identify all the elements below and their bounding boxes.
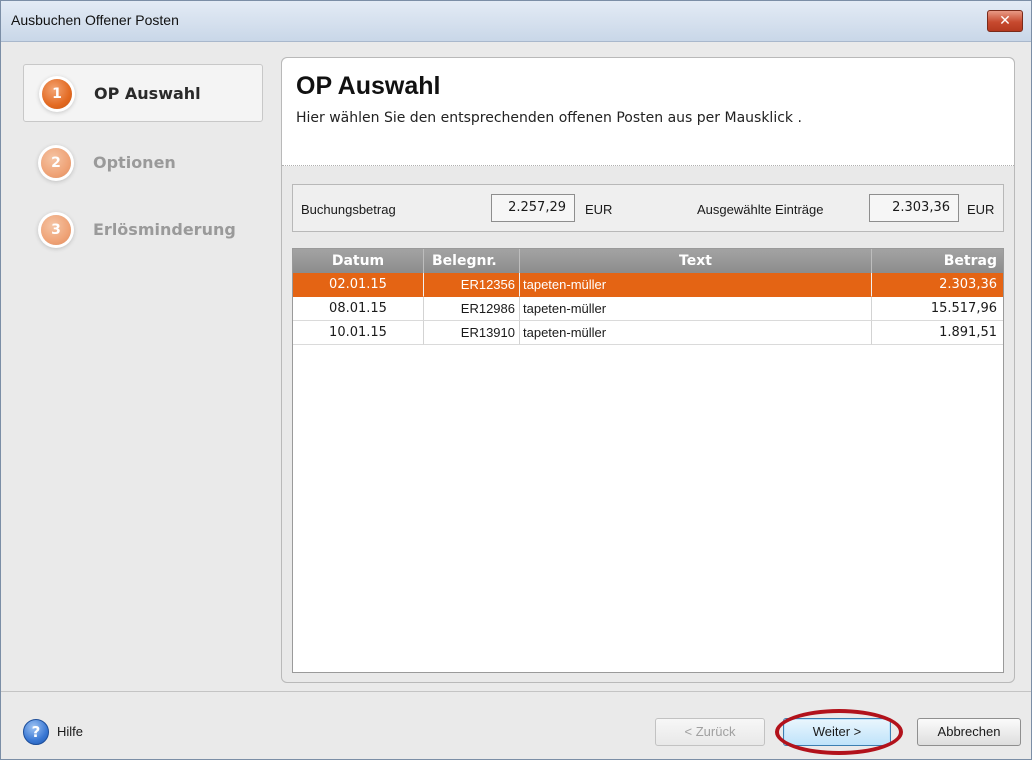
buchungsbetrag-field: 2.257,29 xyxy=(491,194,575,222)
cell-datum: 08.01.15 xyxy=(293,297,424,321)
buchungsbetrag-unit: EUR xyxy=(585,202,613,217)
step-3-icon: 3 xyxy=(41,215,71,245)
cell-datum: 02.01.15 xyxy=(293,273,424,297)
column-header-text[interactable]: Text xyxy=(520,249,872,273)
column-header-betrag[interactable]: Betrag xyxy=(872,249,1003,273)
op-table[interactable]: Datum Belegnr. Text Betrag 02.01.15 ER12… xyxy=(292,248,1004,673)
content-panel: OP Auswahl Hier wählen Sie den entsprech… xyxy=(281,57,1015,683)
help-icon[interactable]: ? xyxy=(23,719,49,745)
title-bar: Ausbuchen Offener Posten ✕ xyxy=(1,1,1031,42)
column-header-datum[interactable]: Datum xyxy=(293,249,424,273)
step-erloesminderung[interactable]: 3 Erlösminderung xyxy=(23,201,263,259)
panel-header: OP Auswahl Hier wählen Sie den entsprech… xyxy=(282,58,1014,166)
cell-text: tapeten-müller xyxy=(520,297,872,321)
cell-datum: 10.01.15 xyxy=(293,321,424,345)
step-op-auswahl[interactable]: 1 OP Auswahl xyxy=(23,64,263,122)
step-label: Erlösminderung xyxy=(93,220,236,239)
cell-betrag: 15.517,96 xyxy=(872,297,1003,321)
ausgewaehlt-field: 2.303,36 xyxy=(869,194,959,222)
cell-betrag: 1.891,51 xyxy=(872,321,1003,345)
buchungsbetrag-label: Buchungsbetrag xyxy=(301,202,396,217)
page-subtitle: Hier wählen Sie den entsprechenden offen… xyxy=(296,110,802,126)
next-button[interactable]: Weiter > xyxy=(783,718,891,746)
close-button[interactable]: ✕ xyxy=(987,10,1023,32)
table-header: Datum Belegnr. Text Betrag xyxy=(293,249,1003,273)
table-row[interactable]: 02.01.15 ER12356 tapeten-müller 2.303,36 xyxy=(293,273,1003,297)
page-title: OP Auswahl xyxy=(296,72,441,100)
table-row[interactable]: 10.01.15 ER13910 tapeten-müller 1.891,51 xyxy=(293,321,1003,345)
summary-bar: Buchungsbetrag 2.257,29 EUR Ausgewählte … xyxy=(292,184,1004,232)
footer-divider xyxy=(1,691,1031,692)
cancel-button[interactable]: Abbrechen xyxy=(917,718,1021,746)
cell-belegnr: ER13910 xyxy=(424,321,520,345)
ausgewaehlt-label: Ausgewählte Einträge xyxy=(697,202,824,217)
table-row[interactable]: 08.01.15 ER12986 tapeten-müller 15.517,9… xyxy=(293,297,1003,321)
step-1-icon: 1 xyxy=(42,79,72,109)
back-button[interactable]: < Zurück xyxy=(655,718,765,746)
cell-betrag: 2.303,36 xyxy=(872,273,1003,297)
step-2-icon: 2 xyxy=(41,148,71,178)
dialog-window: Ausbuchen Offener Posten ✕ 1 OP Auswahl … xyxy=(0,0,1032,760)
column-header-belegnr[interactable]: Belegnr. xyxy=(424,249,520,273)
step-label: Optionen xyxy=(93,153,176,172)
window-title: Ausbuchen Offener Posten xyxy=(11,12,179,28)
cell-text: tapeten-müller xyxy=(520,321,872,345)
cell-text: tapeten-müller xyxy=(520,273,872,297)
help-label[interactable]: Hilfe xyxy=(57,724,83,739)
ausgewaehlt-unit: EUR xyxy=(967,202,995,217)
step-optionen[interactable]: 2 Optionen xyxy=(23,134,263,192)
step-label: OP Auswahl xyxy=(94,84,201,103)
cell-belegnr: ER12986 xyxy=(424,297,520,321)
cell-belegnr: ER12356 xyxy=(424,273,520,297)
